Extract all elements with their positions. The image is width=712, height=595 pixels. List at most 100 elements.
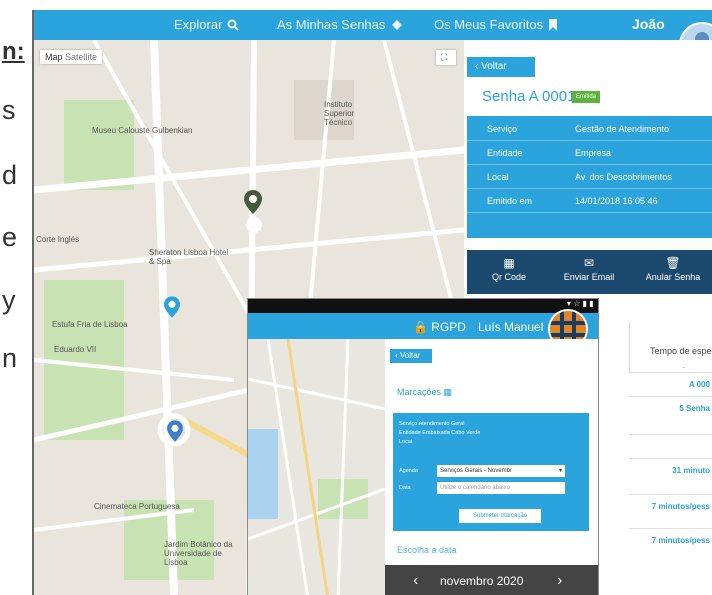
list-item: 31 minuto bbox=[629, 458, 712, 482]
map-place-label: Cinemateca Portuguesa bbox=[94, 502, 180, 511]
side-text-0: n: bbox=[2, 38, 25, 65]
user-name[interactable]: João bbox=[632, 16, 665, 32]
list-item: 5 Senha bbox=[629, 396, 712, 420]
map-pin-icon[interactable] bbox=[244, 190, 262, 214]
form-local: Local bbox=[399, 439, 413, 445]
map-type-satellite-label: Satellite bbox=[65, 52, 98, 62]
wait-time-value: - bbox=[682, 362, 685, 372]
back-button-label: Voltar bbox=[481, 61, 507, 72]
nav-explorar-label: Explorar bbox=[174, 17, 223, 32]
back-button[interactable]: ‹ Voltar bbox=[467, 57, 535, 77]
data-label: Data bbox=[399, 485, 411, 491]
send-email-button[interactable]: ✉ Enviar Email bbox=[549, 256, 629, 282]
form-entidade: Entidade Embaixada Cabo Verde bbox=[399, 430, 481, 436]
nav-favoritos[interactable]: Os Meus Favoritos bbox=[434, 17, 558, 32]
agenda-select[interactable]: Serviços Gerais - Novembr ▾ bbox=[437, 465, 565, 477]
prev-month-icon[interactable]: ‹ bbox=[413, 572, 418, 590]
qr-icon: ▦ bbox=[503, 256, 515, 270]
map-type-map-button[interactable]: Map Satellite bbox=[40, 50, 103, 64]
side-text-4: y bbox=[2, 285, 16, 315]
nav-senhas-label: As Minhas Senhas bbox=[277, 17, 386, 32]
date-field[interactable]: Utilize o calendário abaixo bbox=[437, 482, 565, 494]
calendar-icon: ▦ bbox=[443, 387, 453, 397]
list-item: 7 minutos/pess bbox=[629, 528, 712, 552]
phone-navbar: 🔒 RGPD Luís Manuel bbox=[248, 313, 598, 339]
list-item: A 000 bbox=[629, 372, 712, 396]
qr-code-button[interactable]: ▦ Qr Code bbox=[469, 256, 549, 282]
info-value: 14/01/2018 16:05:46 bbox=[575, 196, 658, 206]
info-row: Local Av. dos Descobrimentos bbox=[467, 164, 712, 189]
rgpd-label: RGPD bbox=[431, 320, 466, 334]
choose-date-title: Escolha a data bbox=[397, 545, 457, 555]
month-nav: ‹ novembro 2020 › bbox=[385, 565, 598, 595]
wait-time-header: Tempo de espera - bbox=[629, 322, 712, 372]
list-item: 7 minutos/pess bbox=[629, 494, 712, 518]
side-text-3: e bbox=[2, 222, 18, 252]
marcacoes-label: Marcações bbox=[397, 387, 442, 397]
info-row: Emitido em 14/01/2018 16:05:46 bbox=[467, 188, 712, 213]
phone-status-bar: ▾ ☆ ▮ ▮ bbox=[248, 299, 598, 313]
map-place-label: Estufa Fria de Lisboa bbox=[52, 320, 128, 329]
nav-explorar[interactable]: Explorar bbox=[174, 17, 240, 32]
nav-favoritos-label: Os Meus Favoritos bbox=[434, 17, 544, 32]
wait-time-title: Tempo de espera bbox=[650, 346, 712, 356]
senha-info-box: Serviço Gestão de Atendimento Entidade Emp… bbox=[467, 116, 712, 238]
phone-map-roads bbox=[248, 339, 385, 595]
phone-back-label: Voltar bbox=[399, 351, 421, 360]
marcacoes-title: Marcações ▦ bbox=[397, 387, 452, 398]
action-bar: ▦ Qr Code ✉ Enviar Email 🗑 Anular Senha bbox=[467, 250, 712, 294]
info-key: Local bbox=[487, 172, 509, 182]
rgpd-link[interactable]: 🔒 RGPD bbox=[413, 320, 466, 334]
search-icon bbox=[227, 19, 240, 31]
status-badge: Emitida bbox=[572, 91, 601, 103]
info-row: Entidade Empresa bbox=[467, 140, 712, 165]
qr-code-label: Qr Code bbox=[491, 272, 526, 282]
side-text-1: s bbox=[2, 95, 16, 125]
booking-panel: ‹ Voltar Marcações ▦ Serviço Atendimento… bbox=[385, 339, 598, 595]
info-value: Gestão de Atendimento bbox=[575, 124, 670, 134]
side-text-panel: n: s d e y n bbox=[0, 0, 32, 595]
phone-user-name[interactable]: Luís Manuel bbox=[478, 320, 543, 334]
map-place-label: Sheraton Lisboa Hotel & Spa bbox=[149, 248, 229, 266]
map-pin-icon[interactable] bbox=[167, 420, 183, 442]
phone-map[interactable] bbox=[248, 339, 385, 595]
submit-booking-button[interactable]: Submeter marcação bbox=[459, 509, 541, 523]
map-place-label: Jardim Botânico da Universidade de Lisbo… bbox=[164, 540, 233, 567]
trash-icon: 🗑 bbox=[665, 256, 681, 270]
next-month-icon[interactable]: › bbox=[557, 572, 562, 590]
cancel-senha-button[interactable]: 🗑 Anular Senha bbox=[633, 256, 712, 282]
app-screen: Explorar As Minhas Senhas Os Meus Favori… bbox=[32, 10, 712, 595]
info-value: Av. dos Descobrimentos bbox=[575, 172, 672, 182]
phone-back-button[interactable]: ‹ Voltar bbox=[390, 349, 432, 363]
fullscreen-icon[interactable]: ⛶ bbox=[436, 50, 456, 65]
booking-form: Serviço Atendimento Geral Entidade Embai… bbox=[393, 413, 589, 531]
map-place-label: Corte Inglés bbox=[36, 235, 80, 244]
mobile-screen: ▾ ☆ ▮ ▮ 🔒 RGPD Luís Manuel ‹ Voltar Marc… bbox=[247, 298, 599, 595]
info-key: Emitido em bbox=[487, 196, 533, 206]
top-navbar: Explorar As Minhas Senhas Os Meus Favori… bbox=[34, 10, 712, 40]
side-text-2: d bbox=[2, 160, 18, 190]
senha-title: Senha A 0001 bbox=[482, 88, 576, 105]
side-text-5: n bbox=[2, 343, 18, 373]
cancel-senha-label: Anular Senha bbox=[645, 272, 701, 282]
info-row: Serviço Gestão de Atendimento bbox=[467, 116, 712, 141]
chevron-down-icon: ▾ bbox=[558, 468, 562, 474]
info-key: Entidade bbox=[487, 148, 523, 158]
month-label: novembro 2020 bbox=[440, 574, 524, 588]
map-place-label: Instituto Superior Técnico bbox=[324, 100, 355, 127]
ticket-icon bbox=[392, 19, 403, 30]
agenda-label: Agenda bbox=[399, 468, 418, 474]
mail-icon: ✉ bbox=[583, 256, 595, 270]
map-pin-icon[interactable] bbox=[164, 296, 180, 318]
info-key: Serviço bbox=[487, 124, 518, 134]
agenda-select-value: Serviços Gerais - Novembr bbox=[440, 468, 513, 474]
map-place-label: Museu Calouste Gulbenkian bbox=[92, 126, 193, 135]
map-type-map-label: Map bbox=[45, 52, 63, 62]
bookmark-icon bbox=[549, 18, 558, 31]
nav-senhas[interactable]: As Minhas Senhas bbox=[277, 17, 403, 32]
list-item bbox=[629, 434, 712, 458]
send-email-label: Enviar Email bbox=[563, 272, 615, 282]
info-value: Empresa bbox=[575, 148, 612, 158]
map-place-label: Eduardo VII bbox=[54, 345, 97, 354]
form-servico: Serviço Atendimento Geral bbox=[399, 421, 465, 427]
